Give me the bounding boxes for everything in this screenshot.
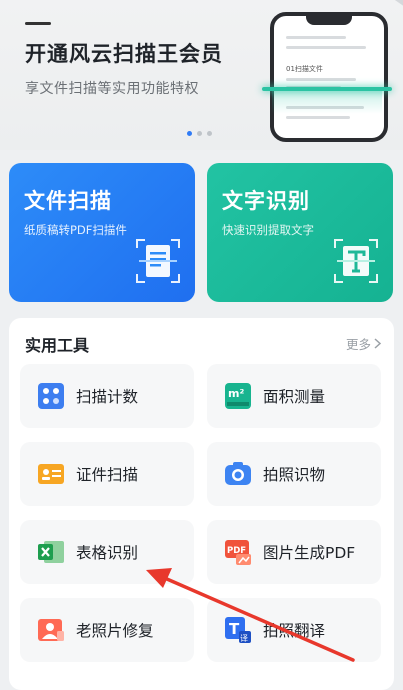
tool-label: 表格识别 [76, 544, 139, 562]
translate-icon: T 译 [225, 617, 251, 643]
text-recognition-card[interactable]: 文字识别 快速识别提取文字 [207, 163, 393, 302]
card-title: 文字识别 [222, 189, 310, 213]
carousel-dot[interactable] [207, 131, 212, 136]
area-measure-icon: m² [225, 383, 251, 409]
section-title: 实用工具 [25, 336, 90, 355]
carousel-indicator [187, 131, 212, 136]
carousel-dot[interactable] [197, 131, 202, 136]
tool-label: 证件扫描 [76, 466, 139, 484]
tool-photo-identify[interactable]: 拍照识物 [207, 442, 381, 506]
text-recognition-icon [334, 239, 378, 283]
tool-scan-count[interactable]: 扫描计数 [20, 364, 194, 428]
banner-subtitle: 享文件扫描等实用功能特权 [25, 81, 199, 97]
tool-area-measure[interactable]: m² 面积测量 [207, 364, 381, 428]
more-link[interactable]: 更多 [346, 334, 382, 353]
tool-label: 图片生成PDF [263, 544, 356, 562]
phone-doc-title: 01扫描文件 [286, 65, 323, 73]
phone-notch [306, 16, 352, 25]
utility-tools-panel: 实用工具 更多 扫描计数 m² 面积测量 证件扫描 拍照识物 表格识别 PDF … [9, 318, 394, 690]
tool-table-recognition[interactable]: 表格识别 [20, 520, 194, 584]
camera-icon [225, 462, 251, 485]
scan-line [262, 87, 392, 91]
tool-label: 拍照翻译 [263, 622, 326, 640]
chevron-right-icon [374, 338, 382, 349]
id-card-icon [38, 464, 64, 484]
tool-label: 拍照识物 [263, 466, 326, 484]
document-scan-card[interactable]: 文件扫描 纸质稿转PDF扫描件 [9, 163, 195, 302]
tool-id-scan[interactable]: 证件扫描 [20, 442, 194, 506]
more-label: 更多 [345, 337, 371, 352]
card-subtitle: 纸质稿转PDF扫描件 [24, 223, 127, 237]
counting-icon [38, 383, 64, 409]
photo-repair-icon [38, 619, 64, 641]
translate-text: 译 [240, 634, 248, 643]
t-text: T [229, 620, 240, 638]
carousel-dot-active[interactable] [187, 131, 192, 136]
m2-text: m² [228, 387, 244, 400]
phone-illustration: 01扫描文件 [270, 12, 388, 142]
tool-label: 扫描计数 [76, 388, 139, 406]
card-title: 文件扫描 [24, 189, 112, 213]
banner-dash-decoration [25, 22, 51, 25]
banner-title: 开通风云扫描王会员 [25, 42, 223, 66]
pdf-icon: PDF [225, 540, 251, 565]
tool-old-photo-repair[interactable]: 老照片修复 [20, 598, 194, 662]
promo-banner[interactable]: 开通风云扫描王会员 享文件扫描等实用功能特权 01扫描文件 [0, 0, 403, 150]
card-subtitle: 快速识别提取文字 [222, 223, 314, 237]
tool-label: 老照片修复 [76, 622, 154, 640]
excel-icon [38, 541, 64, 563]
tool-label: 面积测量 [263, 388, 326, 406]
tool-photo-translate[interactable]: T 译 拍照翻译 [207, 598, 381, 662]
document-scan-icon [136, 239, 180, 283]
tool-image-to-pdf[interactable]: PDF 图片生成PDF [207, 520, 381, 584]
scan-glow [272, 88, 382, 114]
